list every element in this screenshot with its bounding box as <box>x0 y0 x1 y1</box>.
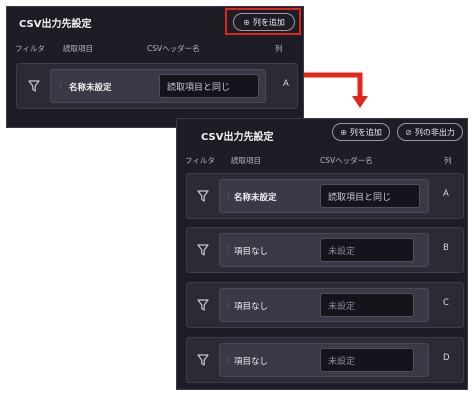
header-csv-header: CSVヘッダー名 <box>147 44 200 53</box>
read-item-label: 項目なし <box>234 357 269 367</box>
drag-grip-icon[interactable]: ⋮ <box>225 302 232 309</box>
add-column-label: 列を追加 <box>349 127 382 137</box>
transition-arrow-icon <box>304 72 368 108</box>
column-letter: C <box>443 298 449 308</box>
column-letter: D <box>443 353 450 363</box>
table-row: ⋮ 項目なし 未設定 B <box>186 227 464 273</box>
filter-funnel-icon[interactable] <box>196 243 210 257</box>
table-row: ⋮ 項目なし 未設定 D <box>186 337 464 383</box>
read-item-label: 名称未設定 <box>234 193 277 203</box>
csv-header-input[interactable]: 未設定 <box>320 293 414 317</box>
table-row: ⋮ 名称未設定 読取項目と同じ A <box>186 173 464 219</box>
csv-output-panel-after: CSV出力先設定 ⊕ 列を追加 ⊘ 列の非出力 フィルタ 読取項目 CSVヘッダ… <box>176 118 468 390</box>
header-filter: フィルタ <box>185 156 215 165</box>
table-row: ⋮ 項目なし 未設定 C <box>186 282 464 328</box>
csv-header-input[interactable]: 未設定 <box>320 238 414 262</box>
read-item-label: 項目なし <box>234 247 269 257</box>
drag-grip-icon[interactable]: ⋮ <box>225 193 232 200</box>
circle-plus-icon: ⊕ <box>340 127 347 137</box>
csv-header-input[interactable]: 未設定 <box>320 348 414 372</box>
header-read-item: 読取項目 <box>63 44 93 53</box>
header-read-item: 読取項目 <box>231 156 261 165</box>
row-item-card[interactable]: ⋮ 項目なし 未設定 <box>219 233 429 267</box>
table-row: ⋮ 名称未設定 読取項目と同じ A <box>16 63 298 109</box>
csv-output-panel-before: CSV出力先設定 ⊕ 列を追加 フィルタ 読取項目 CSVヘッダー名 列 ⋮ 名… <box>6 6 304 128</box>
header-csv-header: CSVヘッダー名 <box>320 156 373 165</box>
filter-funnel-icon[interactable] <box>196 189 210 203</box>
drag-grip-icon[interactable]: ⋮ <box>225 247 232 254</box>
column-letter: A <box>443 189 449 199</box>
hide-column-button[interactable]: ⊘ 列の非出力 <box>397 123 463 141</box>
read-item-label: 項目なし <box>234 302 269 312</box>
circle-slash-icon: ⊘ <box>405 127 412 137</box>
row-item-card[interactable]: ⋮ 項目なし 未設定 <box>219 288 429 322</box>
header-column: 列 <box>275 44 283 53</box>
add-column-button[interactable]: ⊕ 列を追加 <box>332 123 390 141</box>
row-item-card[interactable]: ⋮ 名称未設定 読取項目と同じ <box>219 179 429 213</box>
filter-funnel-icon[interactable] <box>196 298 210 312</box>
header-filter: フィルタ <box>15 44 45 53</box>
drag-grip-icon[interactable]: ⋮ <box>225 357 232 364</box>
row-item-card[interactable]: ⋮ 名称未設定 読取項目と同じ <box>50 69 266 103</box>
panel-title: CSV出力先設定 <box>19 19 92 30</box>
filter-funnel-icon[interactable] <box>196 353 210 367</box>
csv-header-input[interactable]: 読取項目と同じ <box>159 74 259 98</box>
column-letter: A <box>283 79 289 89</box>
row-item-card[interactable]: ⋮ 項目なし 未設定 <box>219 343 429 377</box>
hide-column-label: 列の非出力 <box>414 127 455 137</box>
filter-funnel-icon[interactable] <box>27 79 41 93</box>
highlight-box <box>225 8 301 35</box>
column-letter: B <box>443 243 449 253</box>
panel-title: CSV出力先設定 <box>201 132 274 143</box>
read-item-label: 名称未設定 <box>69 83 112 93</box>
drag-grip-icon[interactable]: ⋮ <box>57 83 64 90</box>
header-column: 列 <box>444 156 452 165</box>
csv-header-input[interactable]: 読取項目と同じ <box>320 184 420 208</box>
